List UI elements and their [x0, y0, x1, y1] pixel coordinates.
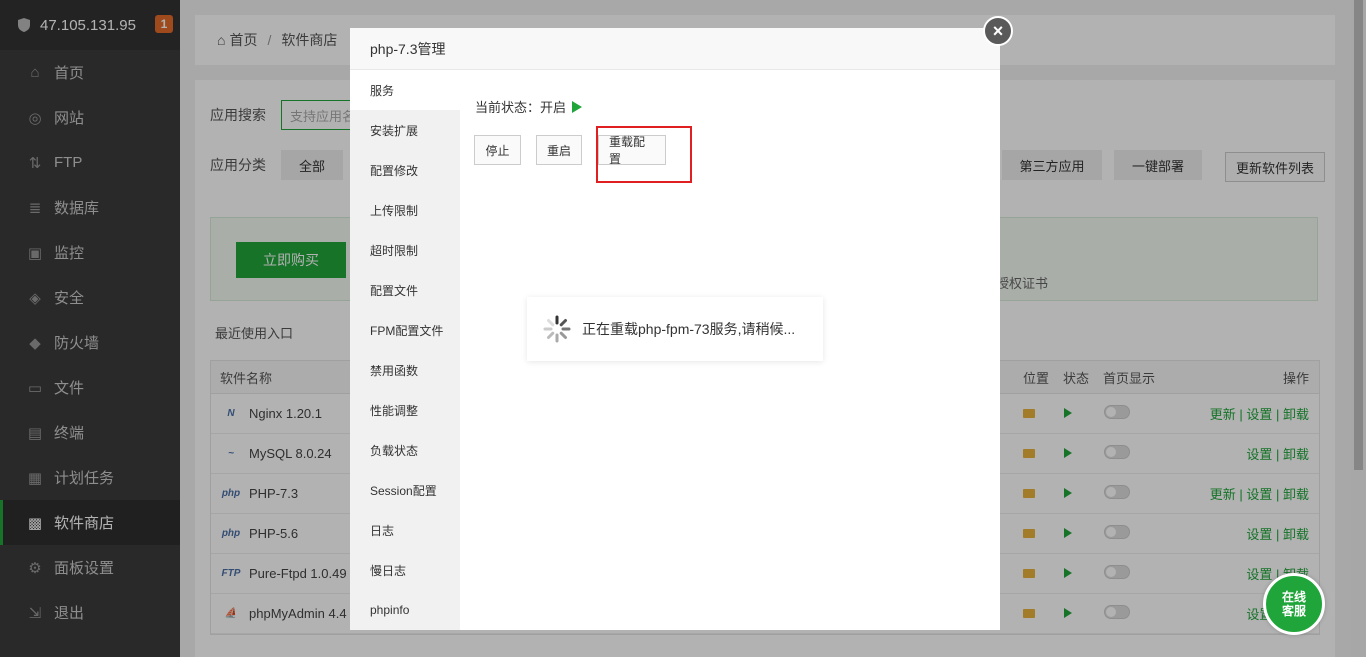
chat-line1: 在线	[1281, 590, 1306, 604]
modal-nav-item[interactable]: 服务	[350, 70, 460, 110]
modal-nav-item[interactable]: 慢日志	[350, 550, 460, 590]
modal-nav-item[interactable]: phpinfo	[350, 590, 460, 630]
modal-nav-item[interactable]: FPM配置文件	[350, 310, 460, 350]
chat-line2: 客服	[1281, 604, 1306, 618]
modal-nav: 服务 安装扩展 配置修改 上传限制 超时限制 配置文件 FPM配置文件 禁用函数 性能调整 负载状…	[350, 70, 460, 630]
modal-nav-item[interactable]: 日志	[350, 510, 460, 550]
online-service-button[interactable]: 在线 客服	[1263, 573, 1325, 635]
modal-nav-item[interactable]: Session配置	[350, 470, 460, 510]
modal-nav-item[interactable]: 负载状态	[350, 430, 460, 470]
restart-button[interactable]: 重启	[536, 135, 582, 165]
modal-title: php-7.3管理	[350, 28, 1000, 70]
close-icon[interactable]: ×	[983, 16, 1013, 46]
service-status: 当前状态： 开启	[475, 97, 583, 116]
modal-nav-item[interactable]: 安装扩展	[350, 110, 460, 150]
status-value: 开启	[540, 100, 567, 115]
modal-nav-item[interactable]: 配置文件	[350, 270, 460, 310]
highlight-box	[596, 126, 692, 183]
modal-nav-item[interactable]: 禁用函数	[350, 350, 460, 390]
modal-nav-item[interactable]: 性能调整	[350, 390, 460, 430]
spinner-icon	[543, 315, 571, 343]
status-label: 当前状态：	[475, 100, 541, 115]
modal-nav-item[interactable]: 上传限制	[350, 190, 460, 230]
loading-toast: 正在重载php-fpm-73服务,请稍候...	[527, 297, 823, 361]
modal-nav-item[interactable]: 超时限制	[350, 230, 460, 270]
modal-nav-item[interactable]: 配置修改	[350, 150, 460, 190]
running-play-icon	[572, 100, 583, 113]
stop-button[interactable]: 停止	[474, 135, 521, 165]
loading-text: 正在重载php-fpm-73服务,请稍候...	[582, 321, 796, 337]
